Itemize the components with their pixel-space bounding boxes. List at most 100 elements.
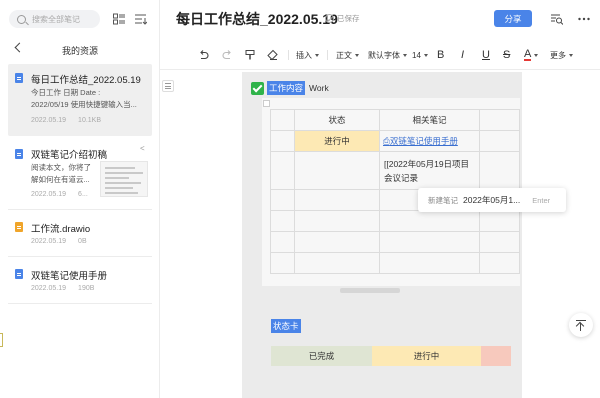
note-item-manual[interactable]: 双链笔记使用手册 2022.05.19 190B	[8, 260, 152, 304]
font-color-icon: A	[524, 48, 532, 61]
document-title[interactable]: 每日工作总结_2022.05.19	[176, 9, 338, 29]
sidebar: 我的资源 每日工作总结_2022.05.19 今日工作 日期 Date : 20…	[0, 0, 160, 398]
work-tag: 工作内容	[267, 81, 306, 95]
table-cell[interactable]	[270, 231, 295, 253]
table-cell[interactable]	[270, 189, 295, 211]
redo-icon[interactable]	[222, 49, 233, 61]
outline-toggle-icon[interactable]	[162, 80, 174, 92]
related-note-cell[interactable]: ⎙双链笔记使用手册	[379, 130, 480, 152]
save-status-text: 已保存	[337, 14, 360, 23]
eraser-icon[interactable]	[267, 49, 278, 61]
checkbox-checked-icon[interactable]	[251, 81, 264, 95]
table-cell[interactable]	[479, 210, 520, 232]
table-cell[interactable]	[479, 231, 520, 253]
column-header-status[interactable]: 状态	[294, 109, 380, 131]
search-box[interactable]	[9, 10, 100, 28]
font-color-select[interactable]: A	[524, 48, 539, 61]
new-note-title: 2022年05月1...	[463, 195, 521, 205]
note-date: 2022.05.19	[31, 285, 67, 292]
table-cell[interactable]	[294, 252, 380, 274]
table-cell[interactable]	[479, 130, 520, 152]
note-title: 双链笔记使用手册	[31, 271, 108, 282]
reference-text-line1: [[2022年05月19日项目	[384, 158, 470, 169]
font-family-select[interactable]: 默认字体	[368, 49, 407, 61]
resize-handle[interactable]	[0, 333, 3, 347]
arrow-up-icon	[575, 321, 585, 331]
format-painter-icon[interactable]	[245, 49, 256, 61]
underline-button[interactable]: U	[482, 49, 490, 61]
reference-text-line2: 会议记录	[384, 172, 419, 183]
drawio-icon	[15, 222, 23, 232]
doc-icon	[15, 269, 23, 279]
table-cell[interactable]	[270, 130, 295, 152]
note-title: 每日工作总结_2022.05.19	[31, 75, 141, 86]
work-tag-text: Work	[309, 83, 329, 93]
note-size: 10.1KB	[78, 117, 102, 124]
font-size-select[interactable]: 14	[412, 49, 428, 61]
table-cell[interactable]	[270, 109, 295, 131]
table-cell[interactable]	[479, 151, 520, 190]
search-icon	[17, 14, 26, 24]
search-input[interactable]	[32, 14, 98, 24]
note-item-workflow-drawio[interactable]: 工作流.drawio 2022.05.19 0B	[8, 212, 152, 257]
table-cell[interactable]	[479, 252, 520, 274]
table-cell[interactable]	[379, 252, 480, 274]
note-title: 工作流.drawio	[31, 224, 91, 235]
table-horizontal-scrollbar[interactable]	[340, 288, 400, 293]
new-note-label: 新建笔记	[428, 195, 458, 205]
more-options-icon[interactable]	[578, 13, 590, 25]
undo-icon[interactable]	[198, 49, 209, 61]
paragraph-style-select[interactable]: 正文	[336, 49, 359, 61]
note-link[interactable]: ⎙双链笔记使用手册	[380, 136, 458, 146]
status-card-todo[interactable]	[481, 346, 511, 366]
status-cell-in-progress[interactable]: 进行中	[294, 130, 380, 152]
table-cell[interactable]	[379, 210, 480, 232]
table-cell[interactable]	[294, 151, 380, 190]
table-cell[interactable]	[270, 210, 295, 232]
status-card-done[interactable]: 已完成	[271, 346, 372, 366]
note-size: 190B	[78, 285, 95, 292]
table-cell[interactable]	[270, 151, 295, 190]
column-header-related-notes[interactable]: 相关笔记	[379, 109, 480, 131]
note-size: 0B	[78, 238, 87, 245]
note-item-intro-draft[interactable]: 双链笔记介绍初稿 < 阅读本文，你将了 解如何在有道云... 2022.05.1…	[8, 140, 152, 210]
back-to-top-button[interactable]	[569, 313, 593, 337]
note-size: 6...	[78, 191, 88, 198]
strikethrough-button[interactable]: S	[503, 49, 510, 61]
note-snippet-line2: 解如何在有道云...	[31, 175, 90, 184]
editor-toolbar: 插入 正文 默认字体 14 B I U S A 更多	[160, 40, 600, 70]
note-link-icon: ⎙	[383, 136, 390, 146]
insert-menu[interactable]: 插入	[296, 49, 319, 61]
bold-button[interactable]: B	[437, 49, 444, 61]
table-cell[interactable]	[294, 189, 380, 211]
note-title: 双链笔记介绍初稿	[31, 150, 108, 161]
saved-check-icon	[325, 14, 334, 23]
table-cell[interactable]	[270, 252, 295, 274]
note-snippet-line1: 阅读本文，你将了	[31, 163, 91, 172]
table-cell[interactable]	[294, 210, 380, 232]
note-item-daily-summary[interactable]: 每日工作总结_2022.05.19 今日工作 日期 Date : 2022/05…	[8, 64, 152, 136]
find-replace-icon[interactable]	[551, 13, 563, 25]
note-reference-cell[interactable]: [[2022年05月19日项目 会议记录	[379, 151, 480, 190]
table-cell[interactable]	[294, 231, 380, 253]
doc-icon	[15, 73, 23, 83]
note-snippet-line2: 2022/05/19 使用快捷键输入当...	[31, 100, 137, 109]
status-card-in-progress[interactable]: 进行中	[372, 346, 481, 366]
new-note-suggestion-popup[interactable]: 新建笔记 2022年05月1... Enter	[418, 188, 566, 212]
italic-button[interactable]: I	[461, 49, 464, 61]
note-date: 2022.05.19	[31, 191, 67, 198]
note-date: 2022.05.19	[31, 117, 67, 124]
doc-icon	[15, 149, 23, 159]
more-menu[interactable]: 更多	[550, 49, 573, 61]
save-status: 已保存	[325, 13, 360, 24]
list-view-icon[interactable]	[113, 13, 125, 25]
note-snippet-line1: 今日工作 日期 Date :	[31, 88, 101, 97]
sort-icon[interactable]	[135, 13, 147, 25]
table-select-handle[interactable]	[263, 100, 270, 107]
table-cell[interactable]	[479, 109, 520, 131]
table-cell[interactable]	[379, 231, 480, 253]
sidebar-title: 我的资源	[61, 46, 98, 56]
share-icon[interactable]: <	[140, 144, 149, 153]
work-header-line: 工作内容 Work	[251, 81, 329, 95]
share-button[interactable]: 分享	[494, 10, 532, 27]
